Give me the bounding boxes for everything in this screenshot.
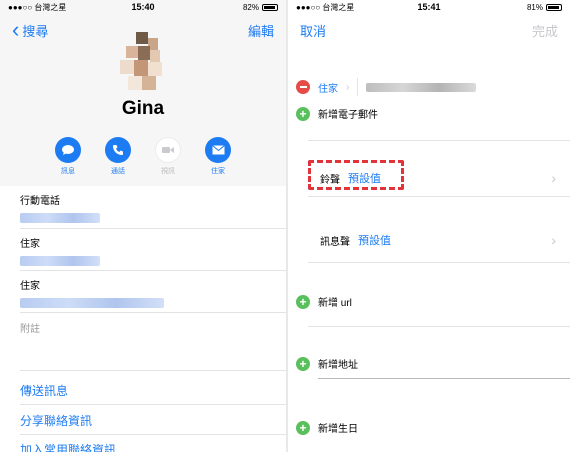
redacted-value <box>366 82 477 92</box>
phone-icon <box>105 137 131 163</box>
field-home-email[interactable]: 住家 <box>20 277 286 308</box>
divider <box>20 370 286 371</box>
field-home-phone[interactable]: 住家 <box>20 235 286 266</box>
quick-actions: 訊息 通話 視訊 住家 <box>0 137 286 176</box>
contact-detail-screen: ●●●○○ 台灣之星 15:40 82% ‹ 搜尋 編輯 Gina 訊息 通話 … <box>0 0 286 452</box>
field-label: 住家 <box>20 239 40 250</box>
call-action-label: 通話 <box>111 168 125 175</box>
battery-icon <box>262 3 278 11</box>
video-action-label: 視訊 <box>161 168 175 175</box>
text-tone-value: 預設值 <box>358 235 391 247</box>
divider <box>20 228 286 229</box>
redacted-value <box>20 213 100 223</box>
call-action[interactable]: 通話 <box>105 137 131 176</box>
text-tone-row[interactable]: 訊息聲 預設值 <box>320 232 570 248</box>
carrier: ●●●○○ 台灣之星 <box>8 2 67 12</box>
back-label: 搜尋 <box>22 23 49 39</box>
mail-action-label: 住家 <box>211 168 225 175</box>
add-icon: + <box>296 420 310 435</box>
back-button[interactable]: ‹ 搜尋 <box>12 17 49 42</box>
video-icon <box>155 137 181 163</box>
email-label[interactable]: 住家 <box>318 80 338 95</box>
avatar <box>120 32 162 90</box>
message-icon <box>55 137 81 163</box>
mail-icon <box>205 137 231 163</box>
text-tone-label: 訊息聲 <box>320 236 350 248</box>
status-time: 15:41 <box>417 2 441 12</box>
divider <box>308 262 570 263</box>
add-birthday-row[interactable]: + 新增生日 <box>296 420 570 435</box>
status-time: 15:40 <box>131 2 155 12</box>
divider <box>20 270 286 271</box>
chevron-left-icon: ‹ <box>12 17 20 42</box>
chevron-right-icon: › <box>346 81 350 93</box>
nav-bar: 取消 完成 <box>288 16 570 44</box>
send-message-link[interactable]: 傳送訊息 <box>20 382 286 399</box>
battery-icon <box>546 3 562 11</box>
battery-percent: 81% <box>526 2 543 12</box>
video-action[interactable]: 視訊 <box>155 137 181 176</box>
add-favorites-link[interactable]: 加入常用聯絡資訊 <box>20 441 286 452</box>
divider <box>308 196 570 197</box>
add-url-label: 新增 url <box>318 298 352 309</box>
highlight-box <box>308 160 404 190</box>
contact-edit-screen: ●●●○○ 台灣之星 15:41 81% 取消 完成 住家 › + 新增電子郵件… <box>288 0 570 452</box>
divider <box>20 434 286 435</box>
screen-gap <box>286 0 288 452</box>
add-url-row[interactable]: + 新增 url <box>296 294 570 309</box>
mail-action[interactable]: 住家 <box>205 137 231 176</box>
add-address-label: 新增地址 <box>318 360 358 371</box>
add-email-label: 新增電子郵件 <box>318 110 378 121</box>
remove-icon[interactable] <box>296 80 310 94</box>
add-icon: + <box>296 294 310 309</box>
notes-label: 附註 <box>20 324 40 335</box>
contact-header: ●●●○○ 台灣之星 15:40 82% ‹ 搜尋 編輯 Gina 訊息 通話 … <box>0 0 286 186</box>
redacted-value <box>20 298 164 308</box>
chevron-right-icon: › <box>551 170 556 186</box>
divider <box>318 378 570 379</box>
battery-percent: 82% <box>242 2 259 12</box>
divider <box>357 78 359 96</box>
add-birthday-label: 新增生日 <box>318 424 358 435</box>
add-icon: + <box>296 356 310 371</box>
carrier: ●●●○○ 台灣之星 <box>296 2 355 12</box>
contact-name: Gina <box>121 98 165 119</box>
divider <box>308 140 570 141</box>
email-row[interactable]: 住家 › <box>296 78 570 96</box>
status-bar: ●●●○○ 台灣之星 15:40 82% <box>0 0 286 14</box>
message-action-label: 訊息 <box>61 168 75 175</box>
field-label: 行動電話 <box>20 196 60 207</box>
cancel-button[interactable]: 取消 <box>300 21 326 40</box>
add-email-row[interactable]: + 新增電子郵件 <box>296 106 570 121</box>
divider <box>20 312 286 313</box>
share-contact-link[interactable]: 分享聯絡資訊 <box>20 412 286 429</box>
edit-button[interactable]: 編輯 <box>248 21 274 40</box>
status-bar: ●●●○○ 台灣之星 15:41 81% <box>288 0 570 14</box>
message-action[interactable]: 訊息 <box>55 137 81 176</box>
divider <box>20 404 286 405</box>
add-address-row[interactable]: + 新增地址 <box>296 356 570 371</box>
divider <box>308 326 570 327</box>
redacted-value <box>20 256 100 266</box>
add-icon: + <box>296 106 310 121</box>
done-button[interactable]: 完成 <box>532 21 558 40</box>
field-label: 住家 <box>20 281 40 292</box>
field-mobile[interactable]: 行動電話 <box>20 192 286 223</box>
chevron-right-icon: › <box>551 232 556 248</box>
